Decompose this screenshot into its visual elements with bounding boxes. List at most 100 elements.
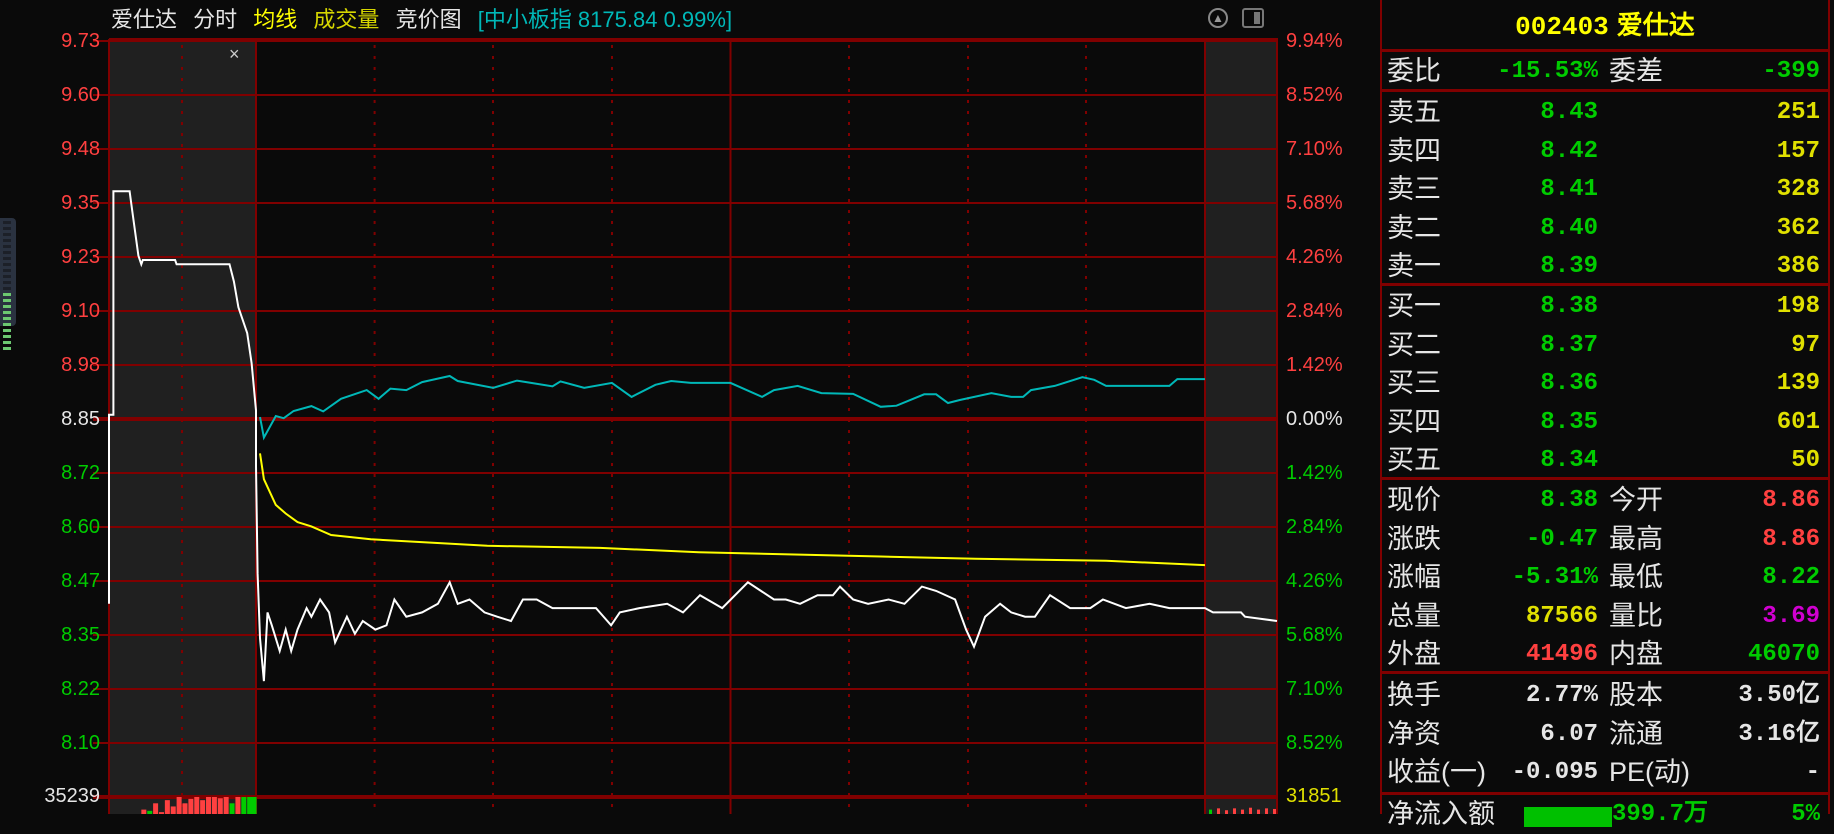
price-tick-label: 9.23 xyxy=(61,246,100,268)
volume-bar xyxy=(217,798,223,814)
percent-tick-label: 7.10% xyxy=(1286,678,1343,700)
stock-code: 002403 xyxy=(1515,12,1609,42)
sell-level-row-label: 卖五 xyxy=(1387,97,1441,127)
info-row-v1: 6.07 xyxy=(1540,720,1598,748)
buy-level-row-label: 买四 xyxy=(1387,406,1441,437)
percent-tick-label: 5.68% xyxy=(1286,624,1343,646)
price-tick-label: 8.60 xyxy=(61,516,100,538)
percent-tick-label: 1.42% xyxy=(1286,462,1343,484)
buy-level-row-vol: 139 xyxy=(1776,370,1820,397)
percent-tick-label: 8.52% xyxy=(1286,732,1343,754)
intraday-chart[interactable] xyxy=(0,0,1380,814)
sell-level-row[interactable]: 卖一 8.39 386 xyxy=(1382,247,1828,286)
volume-bar xyxy=(223,797,229,814)
info-row-l1: 收益(一) xyxy=(1387,757,1486,787)
volume-bar xyxy=(141,809,147,814)
volume-bar xyxy=(176,797,182,814)
sell-level-row[interactable]: 卖五 8.43 251 xyxy=(1382,93,1828,132)
order-ratio-row-l2: 委差 xyxy=(1609,56,1663,86)
buy-level-row-vol: 97 xyxy=(1791,331,1820,359)
order-ratio-row-v2: -399 xyxy=(1762,58,1820,85)
buy-level-row-price: 8.38 xyxy=(1540,293,1598,320)
stat-row-v2: 3.69 xyxy=(1762,602,1820,630)
post-market-shaded-area xyxy=(1205,39,1277,814)
info-row-v2: 3.50亿 xyxy=(1738,682,1820,709)
stat-row-l1: 总量 xyxy=(1387,600,1441,631)
percent-tick-label: 7.10% xyxy=(1286,138,1343,160)
buy-level-row[interactable]: 买五 8.34 50 xyxy=(1382,441,1828,480)
sell-level-row-price: 8.42 xyxy=(1540,137,1598,165)
info-row-v2: - xyxy=(1805,759,1820,786)
sell-level-row-label: 卖四 xyxy=(1387,135,1441,166)
volume-bar xyxy=(170,806,176,814)
buy-level-row[interactable]: 买四 8.35 601 xyxy=(1382,403,1828,442)
stat-row[interactable]: 外盘 41496 内盘 46070 xyxy=(1382,635,1828,674)
stat-row[interactable]: 现价 8.38 今开 8.86 xyxy=(1382,481,1828,520)
info-row-v1: 2.77% xyxy=(1525,682,1598,709)
order-ratio-row[interactable]: 委比 -15.53% 委差 -399 xyxy=(1382,52,1828,91)
stat-row-v2: 8.22 xyxy=(1762,564,1820,591)
buy-level-row-price: 8.37 xyxy=(1540,331,1598,359)
net-inflow-pct: 5% xyxy=(1791,801,1820,828)
stock-name-panel: 爱仕达 xyxy=(1616,10,1695,40)
info-row-l2: 股本 xyxy=(1609,680,1663,710)
volume-bar xyxy=(164,800,170,814)
stat-row-v1: 87566 xyxy=(1525,602,1598,630)
stat-row-v1: -0.47 xyxy=(1525,525,1598,553)
volume-bar xyxy=(235,797,241,814)
stat-row-l2: 内盘 xyxy=(1609,639,1663,669)
sell-level-row[interactable]: 卖四 8.42 157 xyxy=(1382,132,1828,171)
stat-row[interactable]: 涨跌 -0.47 最高 8.86 xyxy=(1382,520,1828,559)
buy-level-row-label: 买五 xyxy=(1387,445,1441,475)
buy-level-row[interactable]: 买二 8.37 97 xyxy=(1382,326,1828,365)
volume-bar xyxy=(188,798,194,814)
buy-level-row-vol: 198 xyxy=(1776,293,1820,320)
sell-level-row-vol: 251 xyxy=(1776,99,1820,126)
info-row[interactable]: 收益(一) -0.095 PE(动) - xyxy=(1382,753,1828,792)
order-ratio-row-l1: 委比 xyxy=(1387,56,1441,86)
fundamental-info: 换手 2.77% 股本 3.50亿 净资 6.07 流通 3.16亿 收益(一) -0.095 PE… xyxy=(1382,674,1828,795)
sell-level-row-label: 卖二 xyxy=(1387,212,1441,243)
sell-level-row[interactable]: 卖二 8.40 362 xyxy=(1382,209,1828,248)
stat-row-l1: 现价 xyxy=(1387,485,1441,515)
buy-level-row-price: 8.36 xyxy=(1540,370,1598,397)
stat-row[interactable]: 涨幅 -5.31% 最低 8.22 xyxy=(1382,558,1828,597)
volume-bar xyxy=(1209,809,1212,814)
percent-tick-label: 2.84% xyxy=(1286,300,1343,322)
price-tick-label: 9.10 xyxy=(61,300,100,322)
stat-row-l2: 量比 xyxy=(1609,600,1663,631)
volume-bar xyxy=(1233,808,1236,814)
volume-bar xyxy=(1273,808,1276,814)
stat-row[interactable]: 总量 87566 量比 3.69 xyxy=(1382,597,1828,636)
volume-bar xyxy=(1241,809,1244,814)
info-row-l1: 净资 xyxy=(1387,718,1441,749)
info-row-v1: -0.095 xyxy=(1511,759,1598,786)
volume-max-label-left: 35239 xyxy=(44,785,100,807)
price-tick-label: 9.60 xyxy=(61,84,100,106)
stat-row-l2: 最高 xyxy=(1609,523,1663,554)
sell-level-row-label: 卖一 xyxy=(1387,251,1441,281)
buy-level-row[interactable]: 买三 8.36 139 xyxy=(1382,364,1828,403)
buy-level-row-label: 买二 xyxy=(1387,329,1441,360)
price-tick-label: 9.48 xyxy=(61,138,100,160)
percent-tick-label: 5.68% xyxy=(1286,192,1343,214)
price-tick-label: 8.10 xyxy=(61,732,100,754)
price-tick-label: 8.35 xyxy=(61,624,100,646)
stat-row-l1: 涨幅 xyxy=(1387,562,1441,592)
percent-tick-label: 2.84% xyxy=(1286,516,1343,538)
buy-orders: 买一 8.38 198 买二 8.37 97 买三 8.36 139 买四 8.35 601 买五 8.3… xyxy=(1382,286,1828,480)
volume-bar xyxy=(206,797,212,814)
buy-level-row[interactable]: 买一 8.38 198 xyxy=(1382,287,1828,326)
sell-level-row-vol: 386 xyxy=(1776,253,1820,280)
close-icon[interactable]: × xyxy=(229,44,240,65)
percent-tick-label: 9.94% xyxy=(1286,30,1343,52)
price-stats: 现价 8.38 今开 8.86 涨跌 -0.47 最高 8.86 涨幅 -5.31% 最低 8.22 总… xyxy=(1382,480,1828,674)
sell-level-row-vol: 328 xyxy=(1776,176,1820,203)
info-row[interactable]: 净资 6.07 流通 3.16亿 xyxy=(1382,715,1828,754)
info-row-l2: PE(动) xyxy=(1609,757,1690,787)
percent-tick-label: 4.26% xyxy=(1286,570,1343,592)
buy-level-row-price: 8.35 xyxy=(1540,408,1598,436)
sell-level-row[interactable]: 卖三 8.41 328 xyxy=(1382,170,1828,209)
info-row[interactable]: 换手 2.77% 股本 3.50亿 xyxy=(1382,676,1828,715)
percent-tick-label: 1.42% xyxy=(1286,354,1343,376)
